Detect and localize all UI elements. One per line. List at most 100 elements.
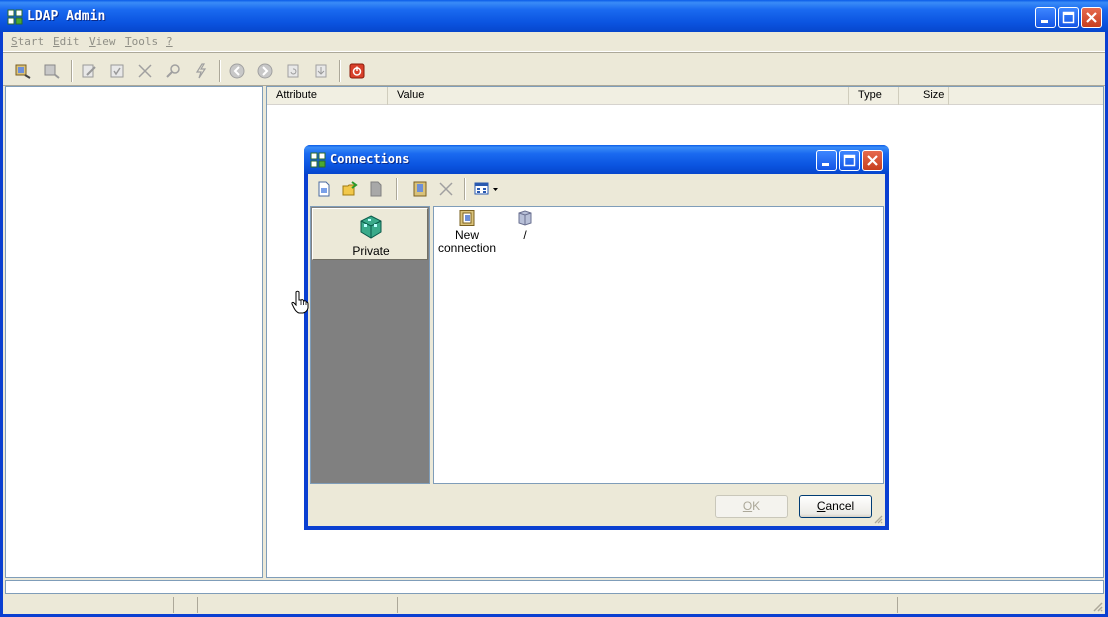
column-attribute[interactable]: Attribute bbox=[267, 87, 388, 105]
toolbar-separator bbox=[339, 60, 341, 82]
connections-list[interactable]: New connection / bbox=[433, 206, 884, 484]
connection-label: / bbox=[523, 228, 527, 242]
new-connection-item[interactable]: New connection bbox=[434, 210, 500, 255]
size-grip-icon[interactable] bbox=[1091, 600, 1103, 612]
menu-tools-label: ools bbox=[131, 35, 159, 48]
menu-tools-accel: T bbox=[125, 35, 132, 48]
lightning-icon bbox=[195, 63, 207, 79]
lightning-button[interactable] bbox=[190, 60, 212, 82]
size-grip-icon[interactable] bbox=[873, 514, 883, 524]
new-connection-icon bbox=[459, 210, 475, 226]
search-icon bbox=[166, 64, 180, 78]
status-panel bbox=[897, 597, 1097, 613]
cancel-button[interactable]: Cancel bbox=[799, 495, 872, 518]
close-icon bbox=[1086, 12, 1097, 23]
delete-connection-button[interactable] bbox=[435, 178, 457, 200]
connections-dialog: Connections Private New connection / OK … bbox=[304, 145, 889, 530]
refresh-icon bbox=[287, 64, 299, 78]
dialog-close-button[interactable] bbox=[862, 150, 883, 171]
status-panel bbox=[197, 597, 397, 613]
minimize-icon bbox=[822, 163, 829, 166]
new-connection-label-line2: connection bbox=[437, 241, 497, 255]
back-button[interactable] bbox=[226, 60, 248, 82]
new-connection-button[interactable] bbox=[313, 178, 335, 200]
cancel-label: ancel bbox=[825, 499, 855, 513]
menu-view[interactable]: View bbox=[89, 35, 116, 48]
dialog-client-area: Private New connection / OK Cancel bbox=[308, 174, 885, 526]
dialog-minimize-button[interactable] bbox=[816, 150, 837, 171]
toolbar-separator bbox=[396, 178, 398, 200]
dialog-maximize-button[interactable] bbox=[839, 150, 860, 171]
save-button[interactable] bbox=[106, 60, 128, 82]
list-header: Attribute Value Type Size bbox=[267, 87, 1103, 105]
dialog-title: Connections bbox=[330, 152, 410, 166]
disconnect-icon bbox=[44, 64, 60, 79]
connection-groups-bar: Private bbox=[310, 206, 430, 484]
refresh-button[interactable] bbox=[282, 60, 304, 82]
delete-icon bbox=[439, 182, 453, 196]
directory-tree[interactable] bbox=[5, 86, 263, 578]
menu-help[interactable]: ? bbox=[166, 35, 173, 48]
horizontal-scroll-area[interactable] bbox=[5, 580, 1104, 594]
export-button[interactable] bbox=[310, 60, 332, 82]
app-icon bbox=[7, 9, 23, 25]
status-bar bbox=[3, 595, 1105, 614]
menu-start-label: tart bbox=[17, 35, 45, 48]
connection-icon bbox=[413, 181, 427, 197]
menu-edit-label: dit bbox=[59, 35, 80, 48]
maximize-icon bbox=[1062, 11, 1075, 24]
ok-button[interactable]: OK bbox=[715, 495, 788, 518]
column-size[interactable]: Size bbox=[899, 87, 949, 105]
menu-tools[interactable]: Tools bbox=[125, 35, 158, 48]
column-value[interactable]: Value bbox=[388, 87, 849, 105]
back-icon bbox=[229, 63, 245, 79]
app-icon bbox=[310, 152, 326, 168]
exit-icon bbox=[349, 63, 365, 79]
minimize-button[interactable] bbox=[1035, 7, 1056, 28]
status-panel bbox=[397, 597, 897, 613]
minimize-icon bbox=[1041, 20, 1048, 23]
disconnect-button[interactable] bbox=[41, 60, 63, 82]
forward-button[interactable] bbox=[254, 60, 276, 82]
maximize-icon bbox=[843, 154, 856, 167]
menu-start-accel: S bbox=[11, 35, 18, 48]
connect-item-button[interactable] bbox=[409, 178, 431, 200]
exit-button[interactable] bbox=[346, 60, 368, 82]
maximize-button[interactable] bbox=[1058, 7, 1079, 28]
close-button[interactable] bbox=[1081, 7, 1102, 28]
open-button[interactable] bbox=[339, 178, 361, 200]
search-button[interactable] bbox=[162, 60, 184, 82]
connection-item[interactable]: / bbox=[492, 210, 558, 242]
menu-start[interactable]: Start bbox=[11, 35, 44, 48]
view-grid-icon bbox=[474, 182, 498, 195]
toolbar-separator bbox=[464, 178, 466, 200]
edit-entry-button[interactable] bbox=[78, 60, 100, 82]
dialog-toolbar bbox=[308, 174, 885, 204]
menu-edit[interactable]: Edit bbox=[53, 35, 80, 48]
menu-edit-accel: E bbox=[53, 35, 60, 48]
view-mode-dropdown[interactable] bbox=[471, 178, 503, 200]
window-title: LDAP Admin bbox=[27, 9, 106, 24]
delete-icon bbox=[138, 64, 152, 78]
dialog-title-bar[interactable]: Connections bbox=[304, 145, 889, 174]
new-connection-label-line1: New bbox=[454, 228, 479, 242]
menu-bar: Start Edit View Tools ? bbox=[3, 32, 1105, 52]
column-type[interactable]: Type bbox=[849, 87, 899, 105]
properties-button[interactable] bbox=[365, 178, 387, 200]
properties-icon bbox=[370, 181, 382, 197]
edit-entry-icon bbox=[82, 64, 96, 78]
toolbar-separator bbox=[71, 60, 73, 82]
forward-icon bbox=[257, 63, 273, 79]
menu-help-accel: ? bbox=[166, 35, 173, 48]
title-bar[interactable]: LDAP Admin bbox=[0, 0, 1108, 32]
ok-label: K bbox=[752, 499, 761, 513]
menu-view-accel: V bbox=[89, 35, 96, 48]
status-panel bbox=[173, 597, 197, 613]
close-icon bbox=[867, 155, 878, 166]
connect-button[interactable] bbox=[12, 60, 34, 82]
group-private-button[interactable]: Private bbox=[312, 208, 428, 260]
ok-accel: O bbox=[742, 499, 753, 513]
connect-icon bbox=[15, 64, 31, 79]
delete-button[interactable] bbox=[134, 60, 156, 82]
group-private-label: Private bbox=[352, 244, 390, 258]
